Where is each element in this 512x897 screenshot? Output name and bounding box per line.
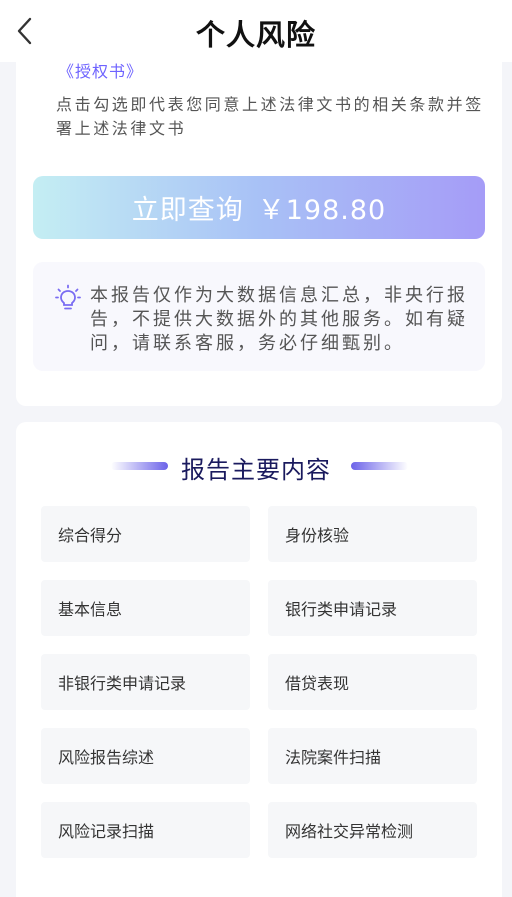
section-title: 报告主要内容 [181,456,331,484]
report-item[interactable]: 基本信息 [41,580,250,636]
page-title: 个人风险 [195,18,316,52]
lightbulb-icon [55,284,81,310]
section-header: 报告主要内容 [0,448,512,484]
query-button[interactable]: 立即查询 ￥198.80 [33,176,485,239]
title-decoration-right [351,462,408,470]
report-item[interactable]: 风险记录扫描 [41,802,250,858]
report-items-grid: 综合得分 身份核验 基本信息 银行类申请记录 非银行类申请记录 借贷表现 风险报… [41,506,477,858]
report-item[interactable]: 借贷表现 [268,654,477,710]
report-item[interactable]: 风险报告综述 [41,728,250,784]
agreement-text: 点击勾选即代表您同意上述法律文书的相关条款并签署上述法律文书 [56,95,484,138]
report-item[interactable]: 综合得分 [41,506,250,562]
query-button-label: 立即查询 [131,195,244,226]
notice-box: 本报告仅作为大数据信息汇总，非央行报告，不提供大数据外的其他服务。如有疑问，请联… [33,262,485,371]
header: 个人风险 [0,0,512,62]
report-item[interactable]: 非银行类申请记录 [41,654,250,710]
report-item[interactable]: 法院案件扫描 [268,728,477,784]
query-button-price: ￥198.80 [257,195,387,226]
notice-text: 本报告仅作为大数据信息汇总，非央行报告，不提供大数据外的其他服务。如有疑问，请联… [90,285,468,354]
report-item[interactable]: 网络社交异常检测 [268,802,477,858]
report-item[interactable]: 银行类申请记录 [268,580,477,636]
report-item[interactable]: 身份核验 [268,506,477,562]
